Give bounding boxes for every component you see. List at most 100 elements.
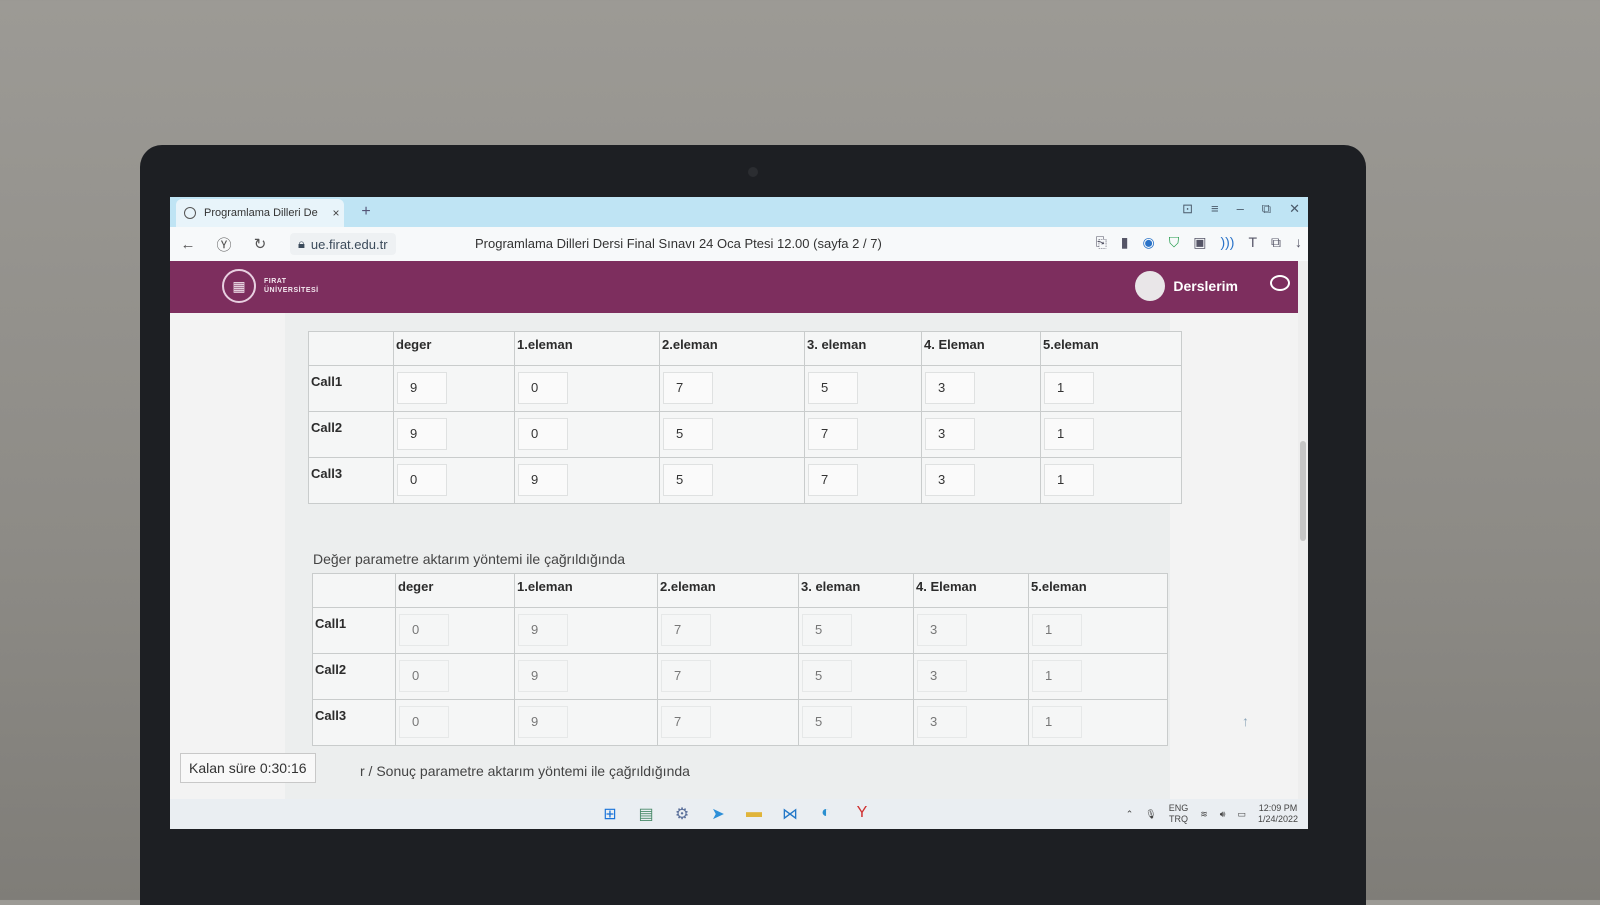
table-cell: 7 (804, 457, 922, 504)
text-icon[interactable]: T (1248, 234, 1257, 251)
answer-input[interactable]: 1 (1044, 418, 1094, 450)
answer-input[interactable]: 9 (518, 706, 568, 738)
scrollbar[interactable] (1298, 261, 1308, 799)
table-cell: 1 (1028, 653, 1168, 700)
yandex-browser-icon[interactable]: Y (852, 804, 872, 824)
back-arrow-icon[interactable]: ← (170, 236, 206, 253)
url-field[interactable]: 🔒︎ ue.firat.edu.tr (290, 233, 396, 255)
chevron-up-icon[interactable]: ⌃ (1126, 809, 1134, 820)
answer-input[interactable]: 9 (518, 660, 568, 692)
answer-input[interactable]: 9 (397, 418, 447, 450)
table-header: 3. eleman (798, 573, 914, 608)
bookmark-icon[interactable]: ▮ (1121, 234, 1129, 251)
user-menu[interactable]: Derslerim (1135, 271, 1238, 301)
answer-input[interactable]: 3 (925, 464, 975, 496)
tab-close-icon[interactable]: × (328, 206, 344, 220)
vscode-icon[interactable]: ⋈ (780, 804, 800, 824)
volume-icon[interactable]: 🔊︎ (1220, 809, 1226, 820)
answer-input[interactable]: 7 (808, 418, 858, 450)
windows-start-icon[interactable]: ⊞ (600, 804, 620, 824)
close-button[interactable]: ✕ (1289, 201, 1300, 217)
translate-icon[interactable]: ⎘ (1096, 234, 1107, 251)
answer-input[interactable]: 1 (1044, 372, 1094, 404)
new-tab-button[interactable]: + (356, 202, 376, 222)
download-icon[interactable]: ↓ (1295, 234, 1302, 251)
battery-icon[interactable]: ▭ (1237, 809, 1246, 820)
gallery-app-icon[interactable]: ▤ (636, 804, 656, 824)
answer-input[interactable]: 3 (917, 660, 967, 692)
answer-input[interactable]: 5 (802, 706, 852, 738)
answer-input[interactable]: 7 (661, 706, 711, 738)
answer-input[interactable]: 7 (661, 614, 711, 646)
table-cell: 7 (657, 653, 799, 700)
microphone-icon[interactable]: 🎙︎ (1145, 809, 1156, 820)
question-caption: Değer parametre aktarım yöntemi ile çağr… (313, 551, 626, 567)
url-text: ue.firat.edu.tr (310, 236, 388, 252)
answer-input[interactable]: 3 (925, 372, 975, 404)
tab-title: Programlama Dilleri De (204, 207, 318, 219)
settings-gear-icon[interactable]: ⚙ (672, 804, 692, 824)
table-header-row: deger 1.eleman 2.eleman 3. eleman 4. Ele… (312, 573, 1168, 608)
telegram-icon[interactable]: ➤ (708, 804, 728, 824)
gallery-icon[interactable]: ▣ (1193, 234, 1206, 251)
avatar (1135, 271, 1166, 301)
table-row: Call1 9 0 7 5 3 1 (308, 365, 1182, 412)
window-controls: ⊡ ≡ – ⧉ ✕ (1182, 201, 1300, 217)
clock[interactable]: 12:09 PM 1/24/2022 (1258, 803, 1298, 825)
answer-input[interactable]: 7 (808, 464, 858, 496)
answer-input[interactable]: 7 (661, 660, 711, 692)
minimize-button[interactable]: – (1237, 201, 1244, 217)
answer-input[interactable]: 0 (399, 706, 449, 738)
answer-input[interactable]: 1 (1044, 464, 1094, 496)
answer-input[interactable]: 0 (518, 372, 568, 404)
answer-input[interactable]: 5 (802, 660, 852, 692)
table-cell: 1 (1040, 411, 1182, 458)
edge-browser-icon[interactable]: ◐ (816, 804, 836, 824)
answer-input[interactable]: 3 (917, 614, 967, 646)
answer-input[interactable]: 0 (397, 464, 447, 496)
chat-icon[interactable] (1270, 275, 1290, 291)
language-indicator[interactable]: ENG TRQ (1169, 803, 1189, 825)
answer-input[interactable]: 1 (1032, 614, 1082, 646)
table-header: 5.eleman (1040, 331, 1182, 366)
table-row: Call3 0 9 5 7 3 1 (308, 457, 1182, 504)
answer-input[interactable]: 9 (518, 464, 568, 496)
answer-input[interactable]: 0 (399, 660, 449, 692)
row-label: Call2 (308, 411, 394, 458)
alice-icon[interactable]: ◉ (1142, 234, 1154, 251)
answer-input[interactable]: 5 (663, 418, 713, 450)
table-cell: 3 (913, 699, 1029, 746)
answer-input[interactable]: 0 (399, 614, 449, 646)
audio-icon[interactable]: ))) (1220, 234, 1234, 251)
extensions-icon[interactable]: ⧉ (1271, 234, 1281, 251)
answer-input[interactable]: 3 (917, 706, 967, 738)
yandex-icon[interactable]: Ⓨ (206, 234, 242, 255)
protect-shield-icon[interactable]: ⛉ (1169, 234, 1180, 251)
answer-input[interactable]: 5 (663, 464, 713, 496)
scroll-to-top-icon[interactable]: ↑ (1242, 713, 1249, 729)
reload-icon[interactable]: ↻ (242, 235, 278, 253)
file-explorer-icon[interactable]: ▬ (744, 804, 764, 824)
answer-input[interactable]: 5 (808, 372, 858, 404)
browser-tab[interactable]: Programlama Dilleri De × (176, 199, 344, 227)
answer-input[interactable]: 7 (663, 372, 713, 404)
answer-input[interactable]: 0 (518, 418, 568, 450)
table-cell: 9 (514, 457, 660, 504)
answer-input[interactable]: 9 (518, 614, 568, 646)
tablo-icon[interactable]: ⊡ (1182, 201, 1193, 217)
taskbar-apps: ⊞ ▤ ⚙ ➤ ▬ ⋈ ◐ Y (600, 804, 872, 824)
table-cell: 5 (804, 365, 922, 412)
table-cell: 5 (798, 607, 914, 654)
answer-input[interactable]: 9 (397, 372, 447, 404)
menu-icon[interactable]: ≡ (1211, 201, 1219, 217)
row-label: Call2 (312, 653, 396, 700)
wifi-icon[interactable]: ≋ (1200, 809, 1208, 820)
answer-input[interactable]: 1 (1032, 660, 1082, 692)
answer-input[interactable]: 5 (802, 614, 852, 646)
answer-input[interactable]: 3 (925, 418, 975, 450)
restore-button[interactable]: ⧉ (1262, 201, 1271, 217)
university-logo[interactable]: ▦ FIRAT ÜNİVERSİTESİ (222, 269, 319, 303)
answer-input[interactable]: 1 (1032, 706, 1082, 738)
scrollbar-thumb[interactable] (1300, 441, 1306, 541)
table-cell: 5 (659, 411, 805, 458)
